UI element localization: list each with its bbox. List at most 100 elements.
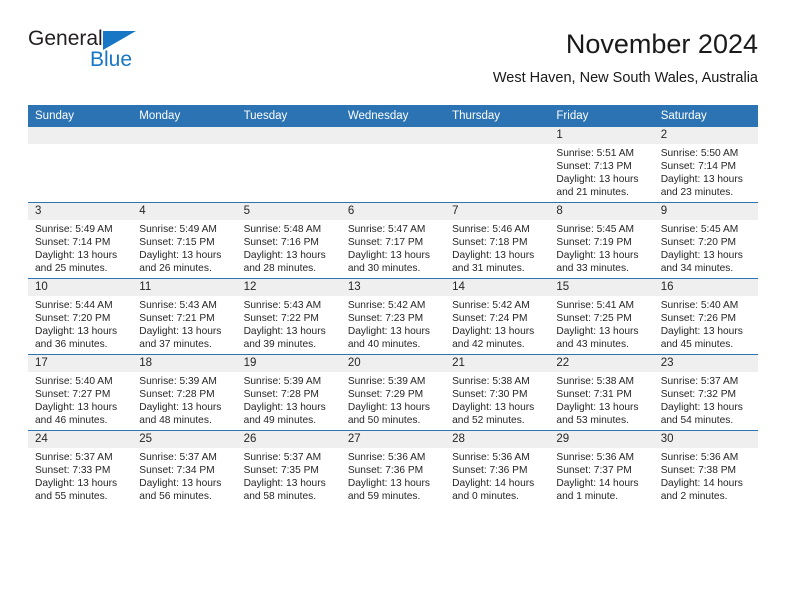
sunset-text: Sunset: 7:35 PM — [243, 465, 319, 477]
calendar-cell[interactable] — [340, 127, 446, 203]
calendar-cell[interactable]: 21 Sunrise: 5:38 AM Sunset: 7:30 PM Dayl… — [445, 354, 550, 431]
sunset-text: Sunset: 7:14 PM — [660, 161, 737, 173]
day-number: 4 — [132, 203, 237, 220]
daylight-text-line2: and 42 minutes. — [452, 339, 525, 351]
calendar-cell[interactable]: 16 Sunrise: 5:40 AM Sunset: 7:26 PM Dayl… — [653, 278, 758, 355]
day-number: 24 — [28, 431, 133, 448]
calendar-week-row: 17 Sunrise: 5:40 AM Sunset: 7:27 PM Dayl… — [28, 354, 758, 431]
daylight-text-line1: Daylight: 14 hours — [660, 478, 743, 490]
day-number: 12 — [236, 279, 341, 296]
day-details — [28, 144, 132, 147]
calendar-cell[interactable]: 1 Sunrise: 5:51 AM Sunset: 7:13 PM Dayli… — [549, 127, 654, 203]
day-number: 5 — [236, 203, 341, 220]
daylight-text-line1: Daylight: 13 hours — [556, 326, 639, 338]
calendar-cell[interactable]: 12 Sunrise: 5:43 AM Sunset: 7:22 PM Dayl… — [236, 278, 341, 355]
calendar-cell[interactable]: 26 Sunrise: 5:37 AM Sunset: 7:35 PM Dayl… — [236, 430, 341, 506]
calendar-cell[interactable]: 18 Sunrise: 5:39 AM Sunset: 7:28 PM Dayl… — [132, 354, 237, 431]
sunset-text: Sunset: 7:15 PM — [139, 237, 215, 249]
sunrise-text: Sunrise: 5:40 AM — [660, 300, 739, 311]
calendar-cell[interactable]: 23 Sunrise: 5:37 AM Sunset: 7:32 PM Dayl… — [653, 354, 758, 431]
day-details: Sunrise: 5:42 AM Sunset: 7:24 PM Dayligh… — [445, 296, 549, 351]
day-details: Sunrise: 5:36 AM Sunset: 7:37 PM Dayligh… — [549, 448, 653, 503]
day-details — [237, 144, 341, 147]
day-number: 1 — [549, 127, 654, 144]
sunset-text: Sunset: 7:13 PM — [556, 161, 632, 173]
brand-logo[interactable]: General Blue — [28, 28, 258, 90]
calendar-week-row: 10 Sunrise: 5:44 AM Sunset: 7:20 PM Dayl… — [28, 278, 758, 355]
calendar-cell[interactable]: 7 Sunrise: 5:46 AM Sunset: 7:18 PM Dayli… — [445, 202, 550, 279]
calendar-cell[interactable]: 24 Sunrise: 5:37 AM Sunset: 7:33 PM Dayl… — [28, 430, 133, 506]
sunset-text: Sunset: 7:28 PM — [243, 389, 319, 401]
calendar-cell[interactable]: 28 Sunrise: 5:36 AM Sunset: 7:36 PM Dayl… — [445, 430, 550, 506]
sunrise-text: Sunrise: 5:36 AM — [452, 452, 530, 463]
sunrise-text: Sunrise: 5:39 AM — [243, 376, 322, 387]
calendar-page: General Blue November 2024 West Haven, N… — [0, 0, 792, 612]
calendar-cell[interactable] — [28, 127, 133, 203]
calendar-cell[interactable]: 11 Sunrise: 5:43 AM Sunset: 7:21 PM Dayl… — [132, 278, 237, 355]
calendar-cell[interactable]: 8 Sunrise: 5:45 AM Sunset: 7:19 PM Dayli… — [549, 202, 654, 279]
calendar-cell[interactable]: 3 Sunrise: 5:49 AM Sunset: 7:14 PM Dayli… — [28, 202, 133, 279]
calendar-cell[interactable] — [132, 127, 237, 203]
calendar-body: 1 Sunrise: 5:51 AM Sunset: 7:13 PM Dayli… — [28, 127, 758, 506]
day-number: 3 — [28, 203, 133, 220]
calendar-week-row: 1 Sunrise: 5:51 AM Sunset: 7:13 PM Dayli… — [28, 127, 758, 203]
calendar-cell[interactable]: 5 Sunrise: 5:48 AM Sunset: 7:16 PM Dayli… — [236, 202, 341, 279]
sunset-text: Sunset: 7:37 PM — [556, 465, 632, 477]
sunset-text: Sunset: 7:28 PM — [139, 389, 215, 401]
calendar-cell[interactable]: 17 Sunrise: 5:40 AM Sunset: 7:27 PM Dayl… — [28, 354, 133, 431]
day-details: Sunrise: 5:43 AM Sunset: 7:22 PM Dayligh… — [237, 296, 341, 351]
daylight-text-line1: Daylight: 13 hours — [660, 402, 743, 414]
daylight-text-line1: Daylight: 13 hours — [347, 478, 430, 490]
calendar-cell[interactable]: 10 Sunrise: 5:44 AM Sunset: 7:20 PM Dayl… — [28, 278, 133, 355]
calendar-week-row: 3 Sunrise: 5:49 AM Sunset: 7:14 PM Dayli… — [28, 202, 758, 279]
sunset-text: Sunset: 7:26 PM — [660, 313, 737, 325]
daylight-text-line2: and 58 minutes. — [243, 491, 317, 503]
weekday-header-friday: Friday — [549, 105, 654, 127]
sunrise-text: Sunrise: 5:45 AM — [556, 224, 634, 235]
sunset-text: Sunset: 7:19 PM — [556, 237, 632, 249]
day-details: Sunrise: 5:50 AM Sunset: 7:14 PM Dayligh… — [654, 144, 758, 199]
sunrise-text: Sunrise: 5:36 AM — [556, 452, 634, 463]
sunrise-text: Sunrise: 5:51 AM — [556, 148, 634, 159]
calendar-header-row: Sunday Monday Tuesday Wednesday Thursday… — [28, 105, 758, 127]
calendar-cell[interactable]: 6 Sunrise: 5:47 AM Sunset: 7:17 PM Dayli… — [340, 202, 446, 279]
sunset-text: Sunset: 7:36 PM — [452, 465, 528, 477]
calendar-cell[interactable]: 22 Sunrise: 5:38 AM Sunset: 7:31 PM Dayl… — [549, 354, 654, 431]
day-details: Sunrise: 5:39 AM Sunset: 7:28 PM Dayligh… — [132, 372, 236, 427]
calendar-cell[interactable]: 29 Sunrise: 5:36 AM Sunset: 7:37 PM Dayl… — [549, 430, 654, 506]
calendar-cell[interactable]: 2 Sunrise: 5:50 AM Sunset: 7:14 PM Dayli… — [653, 127, 758, 203]
daylight-text-line2: and 28 minutes. — [243, 263, 317, 275]
day-details: Sunrise: 5:46 AM Sunset: 7:18 PM Dayligh… — [445, 220, 549, 275]
sunset-text: Sunset: 7:25 PM — [556, 313, 632, 325]
calendar-cell[interactable]: 25 Sunrise: 5:37 AM Sunset: 7:34 PM Dayl… — [132, 430, 237, 506]
page-subtitle: West Haven, New South Wales, Australia — [492, 70, 758, 86]
calendar-cell[interactable] — [236, 127, 341, 203]
sunset-text: Sunset: 7:27 PM — [35, 389, 111, 401]
daylight-text-line2: and 45 minutes. — [660, 339, 734, 351]
calendar-cell[interactable]: 15 Sunrise: 5:41 AM Sunset: 7:25 PM Dayl… — [549, 278, 654, 355]
calendar-cell[interactable] — [445, 127, 550, 203]
calendar-cell[interactable]: 27 Sunrise: 5:36 AM Sunset: 7:36 PM Dayl… — [340, 430, 446, 506]
daylight-text-line1: Daylight: 13 hours — [139, 402, 222, 414]
sunrise-text: Sunrise: 5:46 AM — [452, 224, 530, 235]
day-number: 10 — [28, 279, 133, 296]
daylight-text-line1: Daylight: 13 hours — [243, 250, 326, 262]
calendar-cell[interactable]: 19 Sunrise: 5:39 AM Sunset: 7:28 PM Dayl… — [236, 354, 341, 431]
sunrise-text: Sunrise: 5:37 AM — [660, 376, 739, 387]
calendar-cell[interactable]: 20 Sunrise: 5:39 AM Sunset: 7:29 PM Dayl… — [340, 354, 446, 431]
calendar-cell[interactable]: 13 Sunrise: 5:42 AM Sunset: 7:23 PM Dayl… — [340, 278, 446, 355]
calendar-cell[interactable]: 14 Sunrise: 5:42 AM Sunset: 7:24 PM Dayl… — [445, 278, 550, 355]
daylight-text-line2: and 39 minutes. — [243, 339, 317, 351]
sunrise-text: Sunrise: 5:36 AM — [347, 452, 426, 463]
calendar-cell[interactable]: 30 Sunrise: 5:36 AM Sunset: 7:38 PM Dayl… — [653, 430, 758, 506]
calendar-cell[interactable]: 4 Sunrise: 5:49 AM Sunset: 7:15 PM Dayli… — [132, 202, 237, 279]
weekday-header-thursday: Thursday — [445, 105, 550, 127]
daylight-text-line1: Daylight: 13 hours — [660, 174, 743, 186]
day-details — [341, 144, 445, 147]
sunrise-text: Sunrise: 5:36 AM — [660, 452, 739, 463]
sunset-text: Sunset: 7:14 PM — [35, 237, 111, 249]
daylight-text-line2: and 30 minutes. — [347, 263, 421, 275]
day-number: 8 — [549, 203, 654, 220]
daylight-text-line2: and 21 minutes. — [556, 187, 629, 199]
calendar-cell[interactable]: 9 Sunrise: 5:45 AM Sunset: 7:20 PM Dayli… — [653, 202, 758, 279]
